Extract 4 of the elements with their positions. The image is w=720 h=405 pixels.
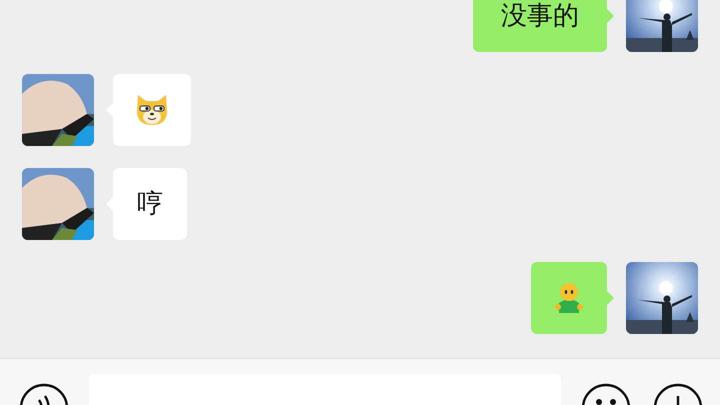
person-icon (552, 281, 586, 315)
dog-face-icon (134, 93, 170, 127)
message-bubble[interactable]: 没事的 (473, 0, 607, 52)
message-bubble[interactable]: 哼 (113, 168, 187, 240)
